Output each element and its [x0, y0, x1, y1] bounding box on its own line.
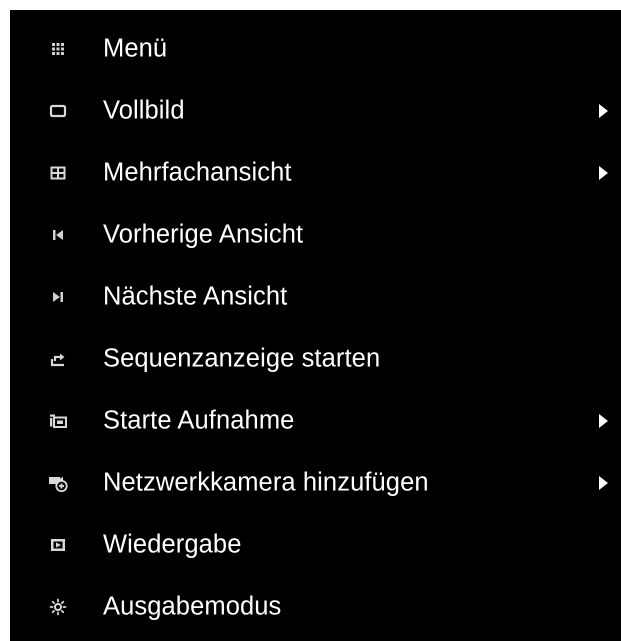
menu-item-add-network-camera[interactable]: Netzwerkkamera hinzufügen — [10, 452, 621, 514]
menu-item-label: Vorherige Ansicht — [103, 220, 304, 249]
menu-item-start-sequence[interactable]: Sequenzanzeige starten — [10, 328, 621, 390]
menu-item-label: Nächste Ansicht — [103, 282, 288, 311]
menu-item-multi-view[interactable]: Mehrfachansicht — [10, 142, 621, 204]
menu-item-label: Vollbild — [103, 96, 185, 125]
menu-item-previous-view[interactable]: Vorherige Ansicht — [10, 204, 621, 266]
menu-item-label: Menü — [103, 34, 168, 63]
menu-item-label: Sequenzanzeige starten — [103, 344, 381, 373]
menu-item-start-recording[interactable]: Starte Aufnahme — [10, 390, 621, 452]
record-icon — [47, 412, 69, 430]
menu-item-label: Mehrfachansicht — [103, 158, 292, 187]
context-menu: Menü Vollbild Mehrfachansicht Vorherige … — [10, 10, 621, 641]
fullscreen-icon — [47, 102, 69, 120]
next-icon — [47, 288, 69, 306]
menu-item-label: Starte Aufnahme — [103, 406, 295, 435]
submenu-arrow-icon — [599, 476, 609, 490]
output-mode-icon — [47, 598, 69, 616]
previous-icon — [47, 226, 69, 244]
add-camera-icon — [47, 474, 69, 492]
submenu-arrow-icon — [599, 104, 609, 118]
menu-item-label: Netzwerkkamera hinzufügen — [103, 468, 429, 497]
menu-item-label: Wiedergabe — [103, 530, 242, 559]
menu-item-label: Ausgabemodus — [103, 592, 282, 621]
menu-item-fullscreen[interactable]: Vollbild — [10, 80, 621, 142]
menu-item-playback[interactable]: Wiedergabe — [10, 514, 621, 576]
playback-icon — [47, 536, 69, 554]
menu-item-next-view[interactable]: Nächste Ansicht — [10, 266, 621, 328]
grid-icon — [47, 40, 69, 58]
submenu-arrow-icon — [599, 414, 609, 428]
sequence-icon — [47, 350, 69, 368]
submenu-arrow-icon — [599, 166, 609, 180]
multi-view-icon — [47, 164, 69, 182]
menu-item-menu[interactable]: Menü — [10, 18, 621, 80]
menu-item-output-mode[interactable]: Ausgabemodus — [10, 576, 621, 638]
